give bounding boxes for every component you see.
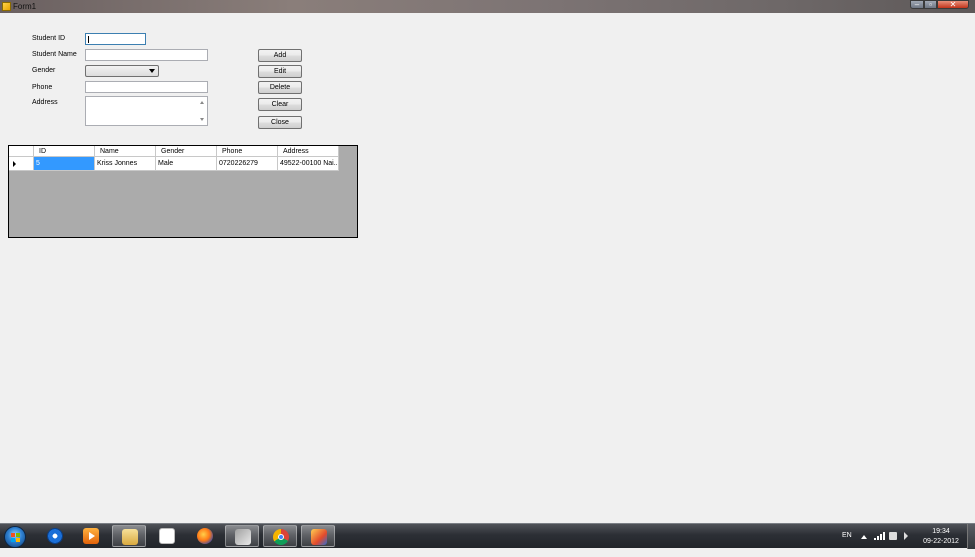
taskbar: EN 19:34 09-22-2012 [0, 523, 975, 549]
system-clock[interactable]: 19:34 09-22-2012 [920, 527, 962, 547]
form-app-icon [311, 529, 327, 545]
volume-icon[interactable] [904, 532, 908, 540]
visual-studio-icon [235, 529, 251, 545]
window-title: Form1 [13, 2, 37, 11]
students-grid[interactable]: ID Name Gender Phone Address 5 Kriss Jon… [8, 145, 358, 238]
minimize-button[interactable]: – [910, 0, 924, 9]
firefox-icon [197, 528, 213, 544]
text-caret [88, 36, 89, 43]
taskbar-notepad[interactable] [150, 525, 184, 547]
taskbar-media-player[interactable] [74, 525, 108, 547]
scroll-up-icon[interactable] [200, 101, 204, 104]
scroll-down-icon[interactable] [200, 118, 204, 121]
language-indicator[interactable]: EN [842, 532, 852, 557]
column-header-id[interactable]: ID [34, 146, 95, 157]
table-cell-address[interactable]: 49522-00100 Nai... [278, 157, 339, 171]
file-explorer-icon [122, 529, 138, 545]
current-row-arrow-icon [13, 161, 16, 167]
taskbar-chrome[interactable] [263, 525, 297, 547]
windows-logo-icon [11, 533, 20, 542]
edit-button[interactable]: Edit [258, 65, 302, 78]
notepad-icon [159, 528, 175, 544]
action-center-icon[interactable] [889, 532, 897, 540]
clock-time: 19:34 [932, 528, 950, 535]
close-button[interactable]: Close [258, 116, 302, 129]
student-name-label: Student Name [32, 51, 77, 58]
phone-field[interactable] [85, 81, 208, 93]
phone-label: Phone [32, 84, 53, 91]
chrome-icon [273, 529, 289, 545]
taskbar-firefox[interactable] [188, 525, 222, 547]
column-header-phone[interactable]: Phone [217, 146, 278, 157]
student-name-field[interactable] [85, 49, 208, 61]
clock-date: 09-22-2012 [923, 538, 959, 545]
window-controls: – ▫ ✕ [910, 0, 969, 9]
column-header-gender[interactable]: Gender [156, 146, 217, 157]
student-id-label: Student ID [32, 35, 66, 42]
student-id-field[interactable] [85, 33, 146, 45]
address-scrollbar[interactable] [199, 97, 207, 125]
address-label: Address [32, 99, 58, 106]
column-header-name[interactable]: Name [95, 146, 156, 157]
chevron-down-icon[interactable] [149, 69, 155, 73]
table-cell-phone[interactable]: 0720226279 [217, 157, 278, 171]
row-header[interactable] [9, 157, 34, 171]
taskbar-visual-studio[interactable] [225, 525, 259, 547]
table-cell-id[interactable]: 5 [34, 157, 95, 171]
column-header-address[interactable]: Address [278, 146, 339, 157]
gender-label: Gender [32, 67, 56, 74]
internet-explorer-icon [47, 528, 63, 544]
add-button[interactable]: Add [258, 49, 302, 62]
show-hidden-icons-icon[interactable] [861, 535, 867, 539]
close-window-button[interactable]: ✕ [937, 0, 969, 9]
grid-corner-header[interactable] [9, 146, 34, 157]
table-cell-name[interactable]: Kriss Jonnes [95, 157, 156, 171]
app-icon [2, 2, 11, 11]
show-desktop-button[interactable] [967, 524, 975, 549]
taskbar-file-explorer[interactable] [112, 525, 146, 547]
table-cell-gender[interactable]: Male [156, 157, 217, 171]
delete-button[interactable]: Delete [258, 81, 302, 94]
gender-dropdown[interactable] [85, 65, 159, 77]
address-textarea[interactable] [85, 96, 208, 126]
network-signal-icon[interactable] [874, 532, 885, 540]
maximize-button[interactable]: ▫ [924, 0, 937, 9]
taskbar-form-app[interactable] [301, 525, 335, 547]
start-button[interactable] [4, 526, 26, 548]
media-player-icon [83, 528, 99, 544]
clear-button[interactable]: Clear [258, 98, 302, 111]
taskbar-internet-explorer[interactable] [38, 525, 72, 547]
title-bar[interactable]: Form1 – ▫ ✕ [0, 0, 975, 13]
